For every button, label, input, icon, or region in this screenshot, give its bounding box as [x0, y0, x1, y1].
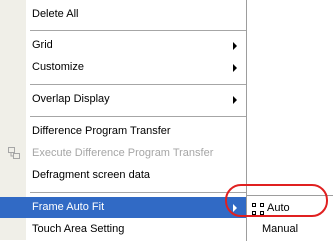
menu-item-grid[interactable]: Grid — [0, 35, 246, 56]
submenu-arrow-icon — [233, 96, 237, 104]
menu-item-delete-all[interactable]: Delete All — [0, 4, 246, 25]
annotation-highlight-circle — [225, 184, 328, 217]
menu-item-defragment-screen-data[interactable]: Defragment screen data — [0, 165, 246, 186]
menu-item-frame-auto-fit[interactable]: Frame Auto Fit — [0, 197, 246, 218]
menu-item-label: Grid — [32, 39, 53, 51]
menu-item-execute-difference-program-transfer: Execute Difference Program Transfer — [0, 143, 246, 164]
submenu-arrow-icon — [233, 42, 237, 50]
submenu-item-manual[interactable]: Manual — [247, 219, 333, 240]
menu-separator — [30, 30, 246, 31]
menu-item-difference-program-transfer[interactable]: Difference Program Transfer — [0, 121, 246, 142]
menu-separator — [30, 84, 246, 85]
context-menu: Delete All Grid Customize Overlap Displa… — [0, 0, 247, 240]
menu-item-label: Customize — [32, 61, 84, 73]
transfer-icon — [8, 147, 20, 159]
menu-separator — [30, 192, 246, 193]
submenu-arrow-icon — [233, 64, 237, 72]
menu-item-customize[interactable]: Customize — [0, 57, 246, 78]
menu-item-label: Frame Auto Fit — [32, 201, 105, 213]
menu-item-label: Defragment screen data — [32, 169, 151, 181]
menu-item-label: Execute Difference Program Transfer — [32, 147, 214, 159]
menu-item-label: Delete All — [32, 8, 79, 20]
submenu-item-label: Manual — [262, 223, 299, 235]
menu-item-label: Overlap Display — [32, 93, 110, 105]
menu-separator — [30, 116, 246, 117]
menu-item-label: Touch Area Setting — [32, 223, 125, 235]
menu-item-overlap-display[interactable]: Overlap Display — [0, 89, 246, 110]
menu-item-label: Difference Program Transfer — [32, 125, 171, 137]
menu-item-touch-area-setting[interactable]: Touch Area Setting — [0, 219, 246, 240]
